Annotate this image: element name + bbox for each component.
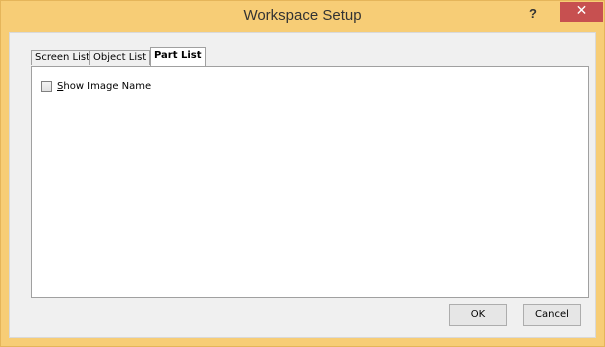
tab-object-list[interactable]: Object List	[89, 50, 151, 65]
workspace-setup-dialog: Workspace Setup ? ✕ Screen List Object L…	[0, 0, 605, 347]
show-image-name-label[interactable]: Show Image Name	[57, 81, 151, 92]
ok-button[interactable]: OK	[449, 304, 507, 326]
part-list-panel: Show Image Name	[31, 66, 589, 298]
dialog-client-area: Screen List Object List Part List Show I…	[9, 32, 596, 338]
show-image-name-option[interactable]: Show Image Name	[41, 81, 151, 92]
tab-part-list[interactable]: Part List	[150, 47, 206, 66]
help-button[interactable]: ?	[523, 4, 543, 24]
close-button[interactable]: ✕	[560, 2, 603, 22]
title-bar[interactable]: Workspace Setup ? ✕	[1, 1, 604, 31]
cancel-button[interactable]: Cancel	[523, 304, 581, 326]
dialog-title: Workspace Setup	[243, 7, 362, 24]
tab-screen-list[interactable]: Screen List	[31, 50, 95, 65]
label-text: how Image Name	[63, 81, 152, 92]
show-image-name-checkbox[interactable]	[41, 81, 52, 92]
